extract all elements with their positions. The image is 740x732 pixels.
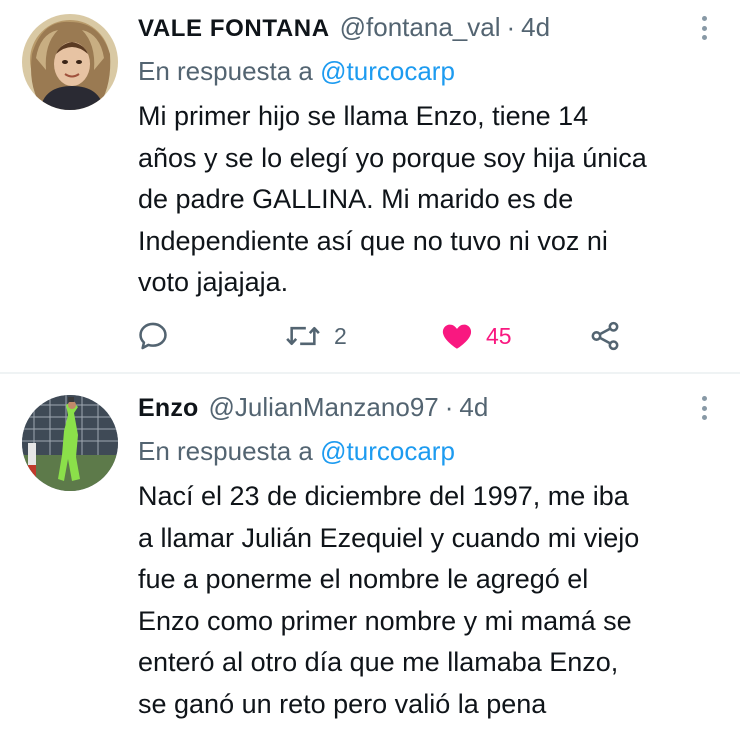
tweet-text: Nací el 23 de diciembre del 1997, me iba…	[138, 481, 640, 719]
separator: ·	[444, 392, 454, 422]
reply-context: En respuesta a @turcocarp	[138, 436, 455, 467]
reply-to-link[interactable]: @turcocarp	[320, 56, 455, 86]
display-name[interactable]: VALE FONTANA	[138, 15, 330, 43]
avatar-photo	[22, 395, 118, 491]
retweet-button[interactable]: 2	[284, 316, 347, 356]
reply-prefix: En respuesta a	[138, 56, 313, 86]
timestamp[interactable]: 4d	[521, 12, 550, 42]
retweet-count: 2	[334, 322, 347, 349]
display-name[interactable]: Enzo	[138, 394, 199, 423]
timestamp[interactable]: 4d	[459, 392, 488, 422]
tweet-text: Mi primer hijo se llama Enzo, tiene 14 a…	[138, 101, 647, 297]
reply-to-link[interactable]: @turcocarp	[320, 436, 455, 466]
tweet[interactable]: VALE FONTANA @fontana_val · 4d En respuest…	[0, 0, 740, 372]
tweet-meta: @JulianManzano97 · 4d	[209, 392, 489, 423]
tweet-header: Enzo @JulianManzano97 · 4d	[138, 392, 488, 428]
tweet-actions: 2 45	[136, 316, 636, 356]
tweet[interactable]: Enzo @JulianManzano97 · 4d En respuesta a …	[0, 374, 740, 732]
avatar[interactable]	[22, 14, 118, 110]
reply-prefix: En respuesta a	[138, 436, 313, 466]
avatar-photo	[22, 14, 118, 110]
reply-button[interactable]	[136, 316, 170, 356]
share-button[interactable]	[588, 316, 622, 356]
tweet-header: VALE FONTANA @fontana_val · 4d	[138, 12, 550, 48]
user-handle[interactable]: @JulianManzano97	[209, 392, 439, 422]
retweet-icon	[286, 326, 320, 346]
share-icon	[591, 321, 619, 351]
reply-context: En respuesta a @turcocarp	[138, 56, 455, 87]
like-button[interactable]: 45	[440, 316, 512, 356]
heart-icon	[442, 324, 472, 349]
avatar[interactable]	[22, 395, 118, 491]
like-count: 45	[486, 322, 512, 349]
more-options-icon[interactable]	[702, 396, 710, 420]
more-options-icon[interactable]	[702, 16, 710, 40]
reply-icon	[139, 322, 167, 350]
tweet-meta: @fontana_val · 4d	[340, 12, 550, 43]
user-handle[interactable]: @fontana_val	[340, 12, 501, 42]
separator: ·	[506, 12, 516, 42]
